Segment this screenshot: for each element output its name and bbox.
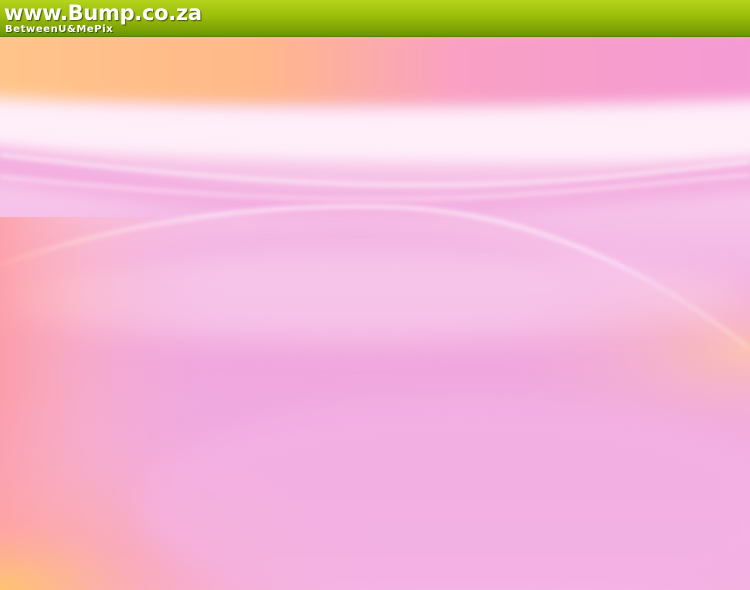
top-band xyxy=(0,37,750,107)
site-header: www.Bump.co.za BetweenU&MePix xyxy=(0,0,750,37)
site-title[interactable]: www.Bump.co.za xyxy=(4,0,202,26)
site-subtitle: BetweenU&MePix xyxy=(5,24,114,35)
wave-art xyxy=(0,37,750,590)
abstract-background xyxy=(0,37,750,590)
